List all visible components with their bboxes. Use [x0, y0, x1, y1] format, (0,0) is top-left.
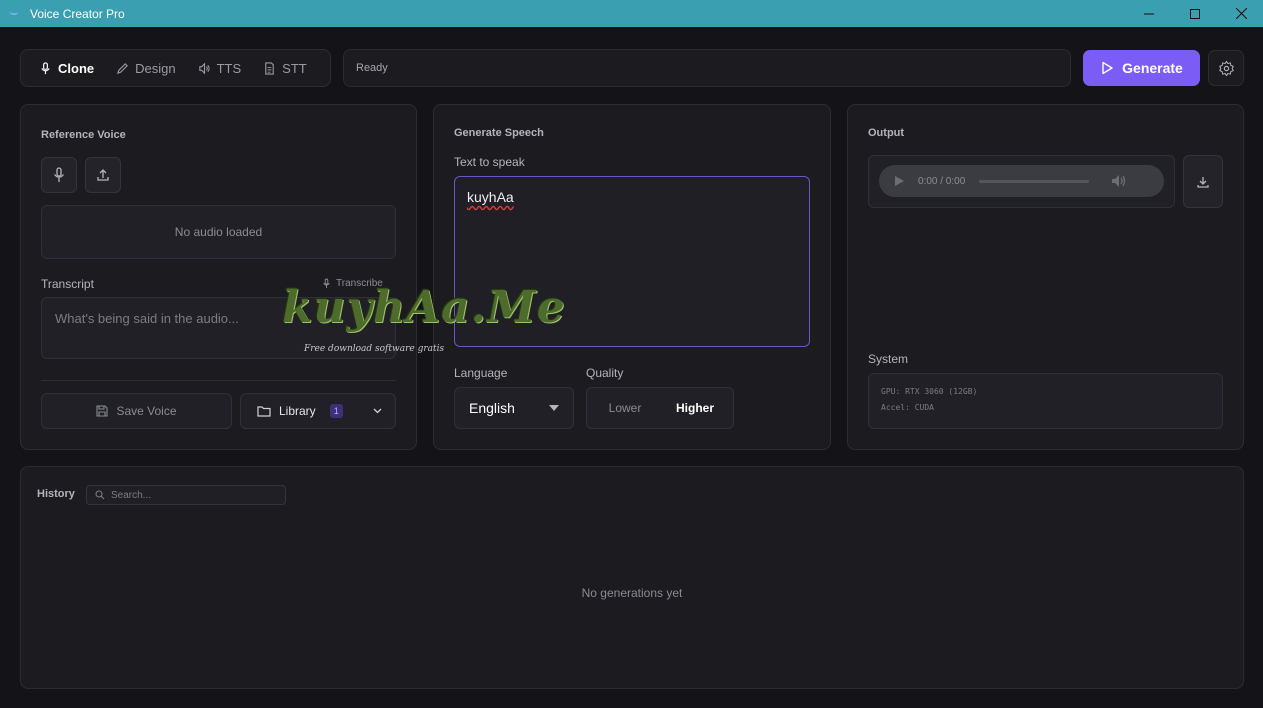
audio-progress-bar[interactable]	[979, 179, 1090, 183]
system-title: System	[868, 352, 909, 366]
system-accel-line: Accel: CUDA	[881, 403, 934, 412]
text-to-speak-value: kuyhAa	[467, 189, 514, 205]
gear-icon	[1218, 60, 1234, 76]
language-value: English	[469, 400, 515, 416]
close-icon	[1235, 8, 1247, 19]
download-icon	[1197, 176, 1209, 188]
transcript-input[interactable]: What's being said in the audio...	[41, 297, 396, 359]
app-logo-icon	[9, 11, 19, 15]
mode-tabs: Clone Design TTS STT	[20, 49, 331, 87]
text-to-speak-label: Text to speak	[454, 155, 525, 169]
settings-button[interactable]	[1208, 50, 1244, 86]
chevron-down-icon	[373, 408, 382, 414]
transcript-placeholder: What's being said in the audio...	[55, 311, 239, 326]
title-bar: Voice Creator Pro	[0, 0, 1263, 27]
record-button[interactable]	[41, 157, 77, 193]
quality-option-lower[interactable]: Lower	[587, 401, 663, 415]
divider	[41, 380, 396, 381]
language-label: Language	[454, 366, 508, 380]
mic-icon	[323, 278, 330, 288]
tab-label: TTS	[216, 60, 242, 76]
transcript-label: Transcript	[41, 277, 94, 291]
tab-label: STT	[282, 60, 307, 76]
save-icon	[96, 405, 109, 417]
play-icon	[1102, 61, 1113, 75]
document-icon	[265, 61, 274, 75]
tab-design[interactable]: Design	[108, 54, 183, 82]
save-voice-button[interactable]: Save Voice	[41, 393, 232, 429]
play-icon[interactable]	[893, 175, 905, 187]
audio-time: 0:00 / 0:00	[918, 175, 966, 187]
tab-stt[interactable]: STT	[255, 54, 315, 82]
maximize-button[interactable]	[1172, 0, 1218, 27]
minimize-icon	[1144, 13, 1154, 14]
history-empty-text: No generations yet	[581, 586, 683, 600]
status-bar: Ready	[343, 49, 1071, 87]
maximize-icon	[1190, 8, 1200, 19]
system-gpu-line: GPU: RTX 3060 (12GB)	[881, 387, 978, 396]
tab-label: Clone	[58, 60, 95, 76]
upload-button[interactable]	[85, 157, 121, 193]
close-button[interactable]	[1218, 0, 1263, 27]
pencil-icon	[117, 62, 129, 74]
save-voice-label: Save Voice	[116, 404, 177, 418]
library-dropdown[interactable]: Library 1	[240, 393, 396, 429]
volume-icon[interactable]	[1111, 174, 1127, 188]
history-search-input[interactable]: Search...	[86, 485, 286, 505]
download-button[interactable]	[1183, 155, 1223, 208]
search-icon	[95, 490, 105, 500]
text-to-speak-input[interactable]: kuyhAa	[454, 176, 810, 347]
transcribe-button[interactable]: Transcribe	[322, 278, 383, 289]
folder-icon	[257, 406, 271, 417]
history-title: History	[37, 488, 75, 500]
generate-label: Generate	[1122, 60, 1183, 76]
tab-clone[interactable]: Clone	[31, 54, 102, 82]
speaker-icon	[198, 62, 210, 74]
upload-icon	[97, 169, 109, 181]
language-select[interactable]: English	[454, 387, 574, 429]
status-text: Ready	[356, 62, 388, 74]
reference-voice-title: Reference Voice	[41, 129, 126, 141]
no-audio-text: No audio loaded	[174, 225, 263, 239]
library-label: Library	[279, 404, 316, 418]
quality-toggle: Lower Higher	[586, 387, 734, 429]
generate-button[interactable]: Generate	[1083, 50, 1200, 86]
audio-player: 0:00 / 0:00	[879, 165, 1164, 197]
audio-dropzone[interactable]: No audio loaded	[41, 205, 396, 259]
transcribe-label: Transcribe	[336, 278, 383, 289]
quality-option-higher[interactable]: Higher	[663, 401, 727, 415]
tab-tts[interactable]: TTS	[190, 54, 250, 82]
library-count-badge: 1	[329, 404, 343, 418]
quality-label: Quality	[586, 366, 624, 380]
system-info-box: GPU: RTX 3060 (12GB) Accel: CUDA	[868, 373, 1223, 429]
search-placeholder: Search...	[111, 489, 152, 501]
minimize-button[interactable]	[1126, 0, 1172, 27]
window-title: Voice Creator Pro	[30, 6, 125, 21]
mic-icon	[41, 61, 50, 74]
generate-speech-title: Generate Speech	[454, 127, 544, 139]
caret-down-icon	[549, 405, 559, 411]
mic-icon	[53, 167, 65, 182]
output-title: Output	[868, 127, 905, 139]
tab-label: Design	[135, 60, 176, 76]
